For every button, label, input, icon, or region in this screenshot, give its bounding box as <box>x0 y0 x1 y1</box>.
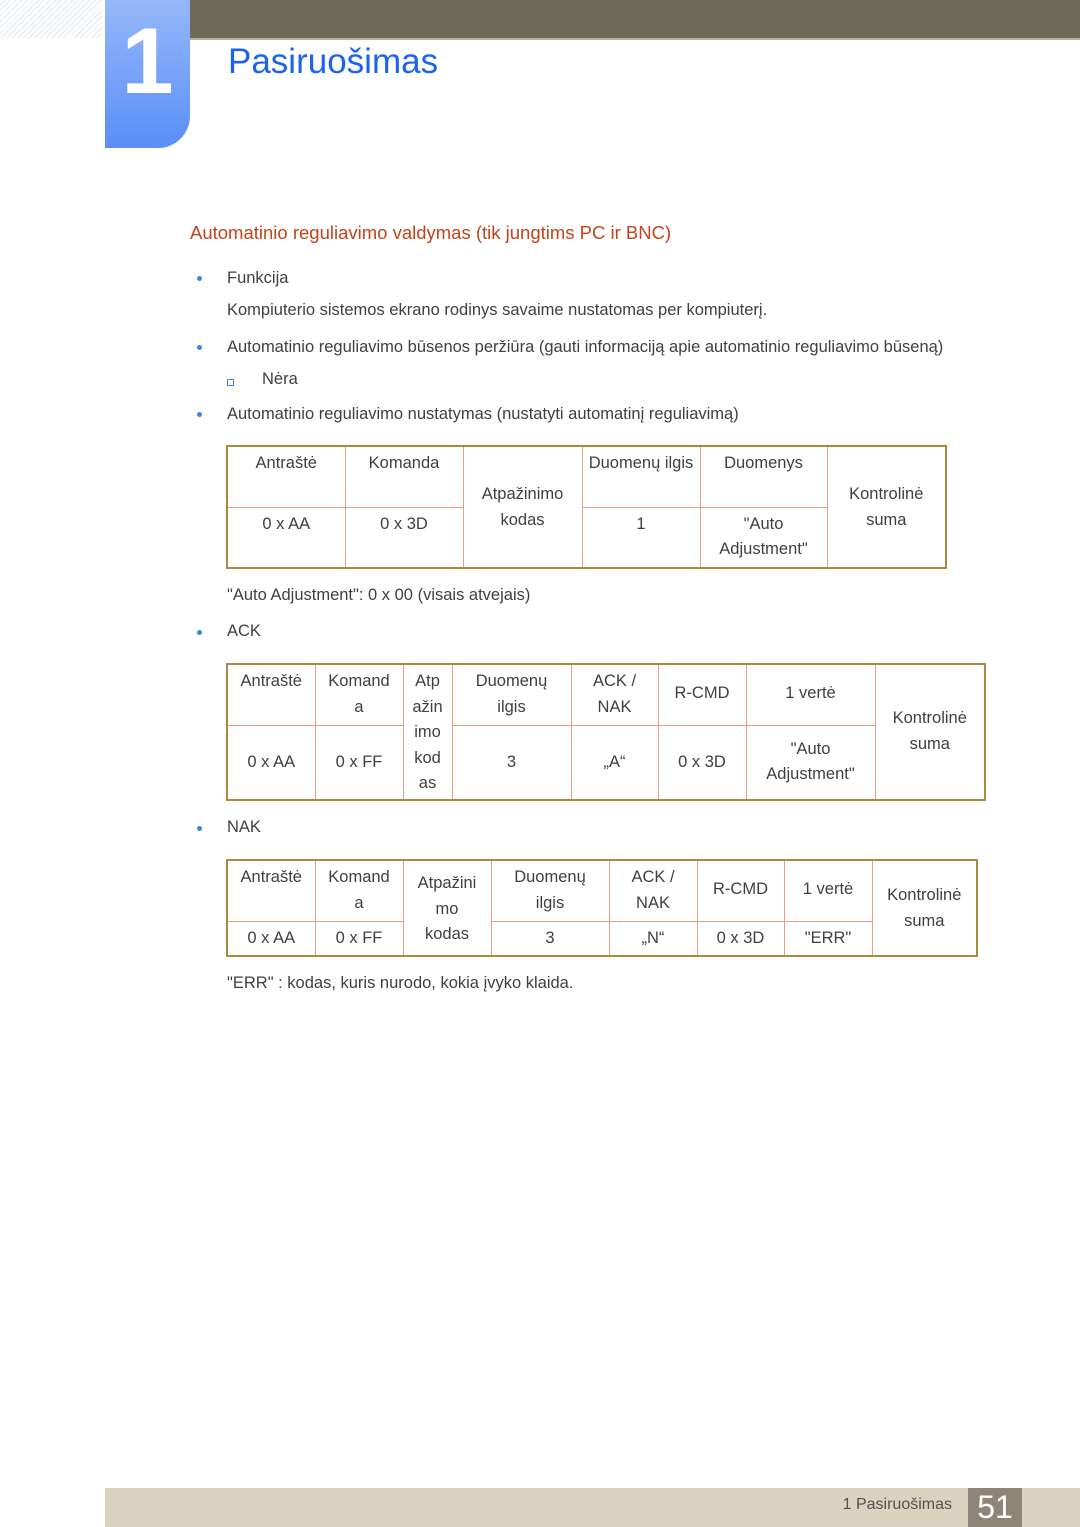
header-cell: R-CMD <box>696 859 785 922</box>
nak-label: NAK <box>227 818 261 836</box>
value-cell: 0 x AA <box>226 506 346 569</box>
header-text: ACK / <box>592 672 637 690</box>
value-cell: „N“ <box>608 920 698 957</box>
value-cell: 0 x 3D <box>344 506 464 569</box>
sub-bullet-label: Nėra <box>262 370 298 388</box>
header-text: Atpažini <box>417 874 477 892</box>
header-text: NAK <box>597 697 632 716</box>
page-number: 51 <box>968 1488 1022 1527</box>
value-text: Adjustment" <box>766 765 855 784</box>
value-cell: 1 <box>581 506 701 569</box>
header-text: imo <box>414 723 441 741</box>
err-note: "ERR" : kodas, kuris nurodo, kokia įvyko… <box>227 974 574 992</box>
header-text: ACK / <box>631 868 675 886</box>
table-header-row: Antraštė Komand a Atp ažin imo kod as Duo… <box>226 663 986 801</box>
header-cell: 1 vertė <box>783 859 873 922</box>
header-cell-id-code: Atpažini mo kodas <box>402 859 492 957</box>
bullet-label: Automatinio reguliavimo nustatymas (nust… <box>227 405 739 423</box>
header-text: mo <box>435 899 459 918</box>
header-cell: Antraštė <box>226 663 316 726</box>
header-text: Duomenų <box>514 868 586 886</box>
header-text: a <box>354 893 364 912</box>
header-text: Kontrolinė <box>887 886 962 904</box>
table-row: 0 x AA 0 x FF 3 „A“ 0 x 3D "Auto Adjustme… <box>226 724 985 801</box>
header-cell-id-code: Atpažinimo kodas <box>462 445 583 569</box>
header-text: kod <box>414 748 441 767</box>
header-cell: Komand a <box>314 859 404 922</box>
header-cell: Antraštė <box>226 859 316 922</box>
header-text: suma <box>909 734 950 753</box>
value-text: "Auto <box>790 739 831 758</box>
header-cell-checksum: Kontrolinė suma <box>874 663 986 801</box>
bullet-icon <box>197 276 202 281</box>
footer-chapter-label: 1 Pasiruošimas <box>842 1496 952 1513</box>
nak-table: Antraštė Komand a Atpažini mo kodas Duome… <box>226 859 978 957</box>
header-cell: ACK / NAK <box>570 663 659 726</box>
value-cell: 0 x FF <box>314 920 404 957</box>
value-cell: 0 x AA <box>226 724 316 801</box>
header-cell: Duomenų ilgis <box>581 445 701 508</box>
set-command-table: Antraštė Komanda Atpažinimo kodas Duomen… <box>226 445 947 569</box>
chapter-number: 1 <box>121 8 174 113</box>
top-header-bar <box>190 0 1080 40</box>
header-text: a <box>354 697 364 716</box>
chapter-tab: 1 <box>105 0 190 148</box>
table-header-row: Antraštė Komand a Atpažini mo kodas Duome… <box>226 859 978 957</box>
value-cell: 0 x AA <box>226 920 316 957</box>
header-cell: Duomenų ilgis <box>490 859 610 922</box>
header-cell: R-CMD <box>657 663 747 726</box>
value-cell: "ERR" <box>783 920 873 957</box>
bullet-label: Automatinio reguliavimo būsenos peržiūra… <box>227 338 944 356</box>
header-cell: ACK / NAK <box>608 859 698 922</box>
header-cell: Komanda <box>344 445 464 508</box>
bullet-icon <box>197 345 202 350</box>
ack-table: Antraštė Komand a Atp ažin imo kod as Duo… <box>226 663 986 801</box>
table-row: 0 x AA 0 x FF 3 „N“ 0 x 3D "ERR" <box>226 920 977 957</box>
value-cell: "Auto Adjustment" <box>699 506 828 569</box>
bullet-icon <box>197 412 202 417</box>
header-text: Komand <box>328 672 390 690</box>
header-cell: Duomenys <box>699 445 828 508</box>
value-cell: 0 x FF <box>314 724 404 801</box>
table-header-row: Antraštė Komanda Atpažinimo kodas Duomen… <box>226 445 947 569</box>
header-cell: Duomenų ilgis <box>451 663 572 726</box>
square-bullet-icon <box>227 379 234 386</box>
header-cell-checksum: Kontrolinė suma <box>826 445 947 569</box>
section-heading: Automatinio reguliavimo valdymas (tik ju… <box>190 222 672 243</box>
value-cell: 3 <box>451 724 572 801</box>
bullet-icon <box>197 630 202 635</box>
header-text: suma <box>904 911 945 930</box>
header-text: as <box>418 774 437 792</box>
header-text: ilgis <box>535 893 565 912</box>
value-cell: „A“ <box>570 724 659 801</box>
header-cell-id-code: Atp ažin imo kod as <box>402 663 453 801</box>
header-text: ilgis <box>497 697 526 716</box>
bullet-label: Funkcija <box>227 269 289 287</box>
ack-label: ACK <box>227 622 261 640</box>
chapter-title: Pasiruošimas <box>228 42 439 81</box>
bullet-description: Kompiuterio sistemos ekrano rodinys sava… <box>227 301 768 319</box>
header-text: Duomenų <box>475 672 548 690</box>
value-cell: 0 x 3D <box>657 724 747 801</box>
header-text: Komand <box>328 868 390 886</box>
auto-adjustment-note: "Auto Adjustment": 0 x 00 (visais atveja… <box>227 586 531 604</box>
header-cell: Komand a <box>314 663 404 726</box>
value-cell: 3 <box>490 920 610 957</box>
header-text: ažin <box>412 697 443 716</box>
header-cell-checksum: Kontrolinė suma <box>871 859 978 957</box>
header-text: kodas <box>424 925 470 943</box>
value-cell: 0 x 3D <box>696 920 785 957</box>
header-text: Kontrolinė <box>892 709 967 727</box>
bullet-icon <box>197 826 202 831</box>
value-cell: "Auto Adjustment" <box>745 724 876 801</box>
header-cell: Antraštė <box>226 445 346 508</box>
header-text: Atp <box>415 672 440 690</box>
header-cell: 1 vertė <box>745 663 876 726</box>
corner-hatch-decoration <box>0 0 102 38</box>
header-text: NAK <box>636 893 670 912</box>
